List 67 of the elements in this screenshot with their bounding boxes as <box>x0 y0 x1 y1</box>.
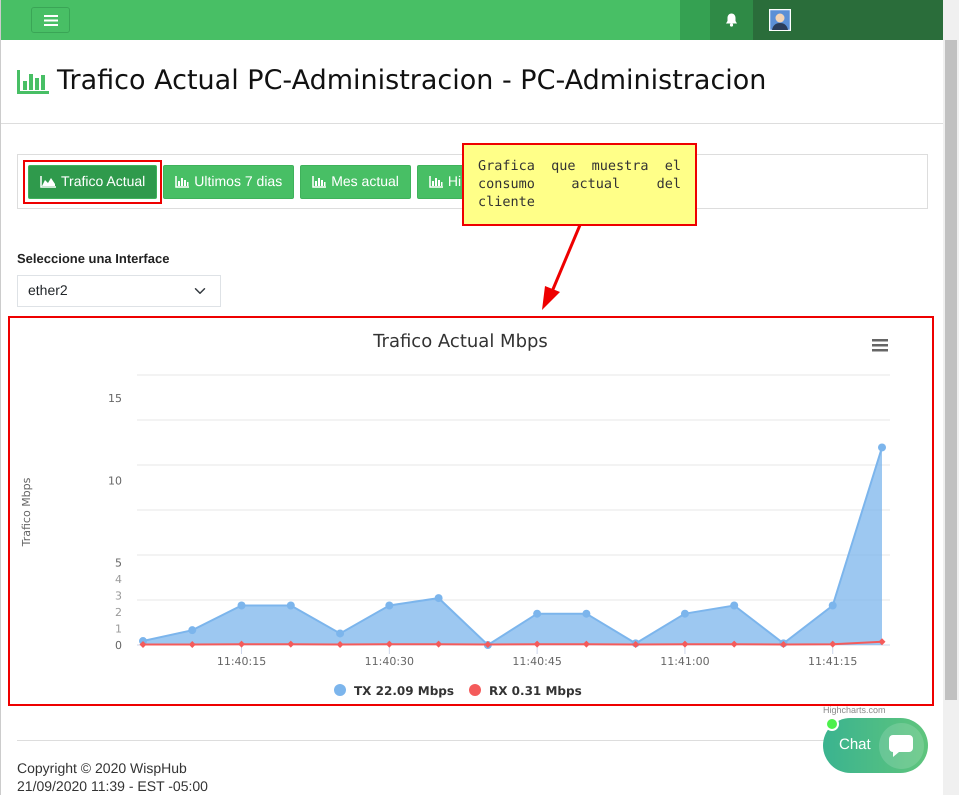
legend-label[interactable]: RX 0.31 Mbps <box>489 684 582 698</box>
bar-chart-icon <box>175 176 190 188</box>
area-chart-icon <box>40 176 56 188</box>
interface-select[interactable]: ether2 <box>17 274 221 306</box>
data-point <box>188 626 196 634</box>
data-point <box>287 640 294 648</box>
axis-label: 11:41:15 <box>808 654 858 668</box>
bar-chart-icon <box>17 70 49 94</box>
data-point <box>435 640 442 648</box>
data-point <box>386 640 393 648</box>
chart-title: Trafico Actual Mbps <box>373 330 548 352</box>
axis-title: Trafico Mbps <box>20 477 33 546</box>
notifications-button[interactable] <box>710 0 753 40</box>
data-point <box>238 640 246 648</box>
copyright-text: Copyright © 2020 WispHub <box>17 758 188 776</box>
data-point <box>828 601 837 609</box>
chat-bubble-icon <box>888 734 914 758</box>
timestamp-text: 21/09/2020 11:39 - EST -05:00 <box>17 776 209 794</box>
data-point <box>878 442 886 451</box>
legend-label[interactable]: TX 22.09 Mbps <box>354 684 454 698</box>
axis-label: 3 <box>115 589 122 602</box>
axis-label: 2 <box>115 606 122 619</box>
data-point <box>730 601 738 609</box>
data-point <box>582 640 590 648</box>
data-point <box>336 640 344 648</box>
axis-label: 4 <box>115 572 122 586</box>
navbar-segment <box>680 0 710 40</box>
axis-label: 15 <box>108 392 122 405</box>
axis-label: 11:41:00 <box>660 654 710 668</box>
status-dot <box>825 717 839 731</box>
bar-chart-icon <box>428 176 443 188</box>
axis-label: 11:40:15 <box>216 654 266 668</box>
data-point <box>238 601 246 609</box>
data-point <box>680 609 689 618</box>
data-point <box>188 640 196 648</box>
data-point <box>730 640 738 648</box>
menu-icon <box>44 14 58 26</box>
data-point <box>534 640 541 648</box>
data-point <box>385 601 394 609</box>
data-point <box>878 638 886 645</box>
data-point <box>336 628 344 637</box>
page-title: Trafico Actual PC-Administracion - PC-Administracion <box>57 65 766 98</box>
axis-label: 1 <box>115 622 122 636</box>
menu-button[interactable] <box>31 7 70 33</box>
bar-chart-icon <box>312 176 326 188</box>
scrollbar[interactable] <box>943 0 959 795</box>
chart-tab[interactable]: Ultimos 7 dias <box>163 164 294 198</box>
axis-label: 11:40:45 <box>512 654 562 668</box>
axis-label: 0 <box>115 638 122 652</box>
avatar-icon[interactable] <box>769 9 791 31</box>
data-point <box>582 609 590 618</box>
axis-label: 10 <box>108 474 122 487</box>
chart-tab[interactable]: Mes actual <box>300 164 411 198</box>
axis-label: 11:40:30 <box>364 654 414 668</box>
axis-label: 5 <box>115 556 122 570</box>
chart-menu-icon[interactable] <box>872 338 888 351</box>
data-point <box>286 601 295 609</box>
annotation-tooltip: Grafica que muestra el consumo actual del cliente <box>462 143 697 226</box>
data-point <box>533 609 542 618</box>
field-label: Seleccione una Interface <box>17 250 170 268</box>
chart-tab[interactable]: Trafico Actual <box>28 164 158 198</box>
data-point <box>434 594 443 602</box>
chat-button[interactable]: Chat <box>823 718 928 773</box>
data-point <box>829 640 836 648</box>
data-point <box>681 640 688 648</box>
bell-icon <box>725 13 738 27</box>
credit-link[interactable]: Highcharts.com <box>823 705 886 715</box>
